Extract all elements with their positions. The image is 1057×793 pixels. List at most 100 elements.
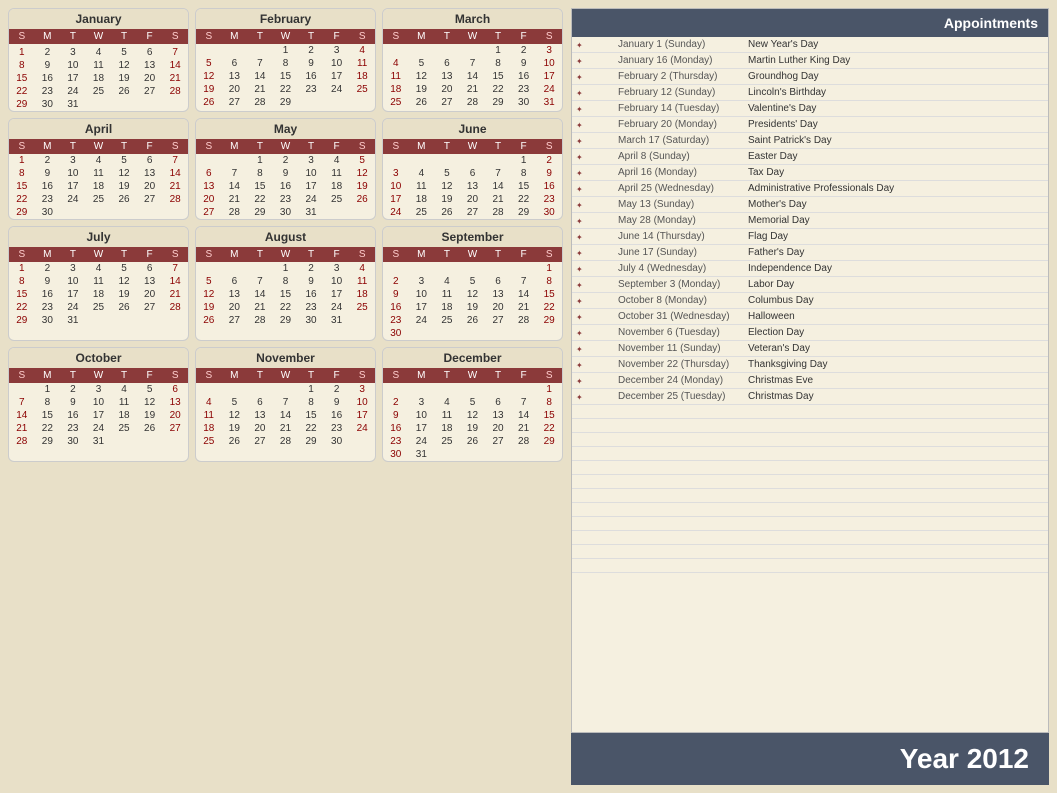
calendar-day	[137, 206, 163, 219]
calendar-day: 4	[196, 396, 222, 409]
appointment-row: ✦November 22 (Thursday)Thanksgiving Day	[572, 357, 1048, 373]
calendar-day	[222, 44, 248, 57]
calendar-day	[60, 206, 86, 219]
day-header: S	[162, 368, 188, 383]
calendar-day: 26	[460, 314, 486, 327]
calendar-row-2: AprilSMTWTFS1234567891011121314151617181…	[8, 118, 563, 220]
calendar-day: 13	[485, 288, 511, 301]
day-header: T	[247, 368, 273, 383]
day-header: S	[536, 139, 562, 154]
calendar-day	[111, 98, 137, 111]
calendar-day: 6	[460, 167, 486, 180]
calendar-day: 5	[111, 154, 137, 167]
diamond-icon: ✦	[572, 261, 614, 277]
calendar-day: 22	[35, 422, 61, 435]
calendar-day	[511, 448, 537, 461]
calendar-day: 26	[349, 193, 375, 206]
calendar-day: 29	[485, 96, 511, 109]
calendar-day	[86, 314, 112, 327]
day-header: M	[222, 247, 248, 262]
calendar-day: 17	[324, 288, 350, 301]
calendar-day	[349, 314, 375, 327]
calendar-day: 22	[247, 193, 273, 206]
calendar-day: 31	[409, 448, 435, 461]
day-header: T	[60, 139, 86, 154]
calendar-day: 15	[536, 288, 562, 301]
diamond-icon: ✦	[572, 341, 614, 357]
day-header: F	[324, 247, 350, 262]
appointment-row: ✦June 14 (Thursday)Flag Day	[572, 229, 1048, 245]
calendar-day: 3	[60, 154, 86, 167]
calendar-day: 31	[86, 435, 112, 448]
calendar-day: 11	[86, 167, 112, 180]
day-header: F	[324, 139, 350, 154]
calendar-day: 3	[383, 167, 409, 180]
empty-appointment-row	[572, 405, 1048, 419]
day-header: M	[35, 29, 61, 44]
calendar-day: 23	[35, 85, 61, 98]
calendar-day: 26	[434, 206, 460, 219]
calendar-day: 30	[35, 206, 61, 219]
calendar-march: MarchSMTWTFS1234567891011121314151617181…	[382, 8, 563, 112]
calendar-day: 6	[485, 396, 511, 409]
appointment-row: ✦March 17 (Saturday)Saint Patrick's Day	[572, 133, 1048, 149]
day-header: T	[111, 139, 137, 154]
calendar-grid: SMTWTFS123456789101112131415161718192021…	[383, 29, 562, 109]
calendar-day: 15	[485, 70, 511, 83]
calendar-day	[324, 206, 350, 219]
appointment-row: ✦September 3 (Monday)Labor Day	[572, 277, 1048, 293]
calendar-day	[460, 154, 486, 167]
calendar-day: 19	[349, 180, 375, 193]
calendar-june: JuneSMTWTFS12345678910111213141516171819…	[382, 118, 563, 220]
day-header: S	[536, 29, 562, 44]
calendar-january: JanuarySMTWTFS12345678910111213141516171…	[8, 8, 189, 112]
calendar-day: 20	[137, 180, 163, 193]
calendar-day: 4	[86, 46, 112, 59]
calendar-day: 26	[137, 422, 163, 435]
calendar-day: 18	[383, 83, 409, 96]
calendar-day: 25	[86, 193, 112, 206]
day-header: T	[485, 247, 511, 262]
holiday-name: Thanksgiving Day	[744, 357, 1048, 373]
calendar-day: 17	[60, 72, 86, 85]
calendar-day: 22	[9, 193, 35, 206]
calendar-day	[86, 98, 112, 111]
calendar-day: 27	[222, 96, 248, 109]
empty-appointment-row	[572, 559, 1048, 573]
day-header: M	[35, 247, 61, 262]
diamond-icon: ✦	[572, 373, 614, 389]
day-header: S	[196, 247, 222, 262]
day-header: F	[511, 368, 537, 383]
appointment-row: ✦December 25 (Tuesday)Christmas Day	[572, 389, 1048, 405]
diamond-icon: ✦	[572, 389, 614, 405]
calendar-day: 25	[349, 83, 375, 96]
calendar-day: 12	[434, 180, 460, 193]
calendar-day: 15	[35, 409, 61, 422]
calendar-day: 20	[247, 422, 273, 435]
calendar-day: 12	[460, 409, 486, 422]
calendar-day: 9	[273, 167, 299, 180]
calendar-day: 11	[383, 70, 409, 83]
calendar-day: 24	[409, 314, 435, 327]
calendar-day: 29	[536, 314, 562, 327]
calendar-day: 3	[409, 275, 435, 288]
day-header: W	[460, 139, 486, 154]
day-header: S	[162, 247, 188, 262]
calendar-day: 28	[247, 314, 273, 327]
calendar-day: 29	[9, 314, 35, 327]
calendar-day: 22	[485, 83, 511, 96]
day-header: S	[383, 139, 409, 154]
day-header: T	[60, 29, 86, 44]
day-header: S	[196, 29, 222, 44]
calendar-day: 17	[60, 180, 86, 193]
day-header: S	[9, 368, 35, 383]
calendar-day: 28	[247, 96, 273, 109]
calendar-day: 22	[9, 301, 35, 314]
calendar-day: 16	[324, 409, 350, 422]
calendar-day: 24	[60, 85, 86, 98]
calendar-day: 9	[35, 275, 61, 288]
calendar-day: 20	[434, 83, 460, 96]
holiday-name: Easter Day	[744, 149, 1048, 165]
calendar-day: 21	[485, 193, 511, 206]
calendar-day: 16	[383, 301, 409, 314]
